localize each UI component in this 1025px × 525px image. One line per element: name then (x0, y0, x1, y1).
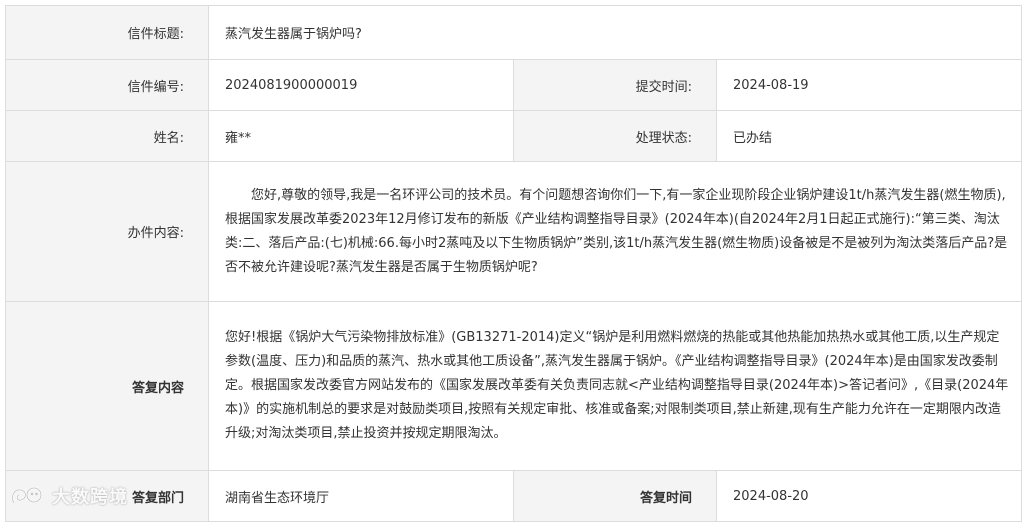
reply-time-value: 2024-08-20 (715, 470, 1023, 522)
submit-time-value: 2024-08-19 (715, 59, 1023, 111)
dept-value: 湖南省生态环境厅 (208, 470, 514, 522)
reply-row: 答复内容 您好!根据《锅炉大气污染物排放标准》(GB13271-2014)定义“… (5, 301, 1023, 471)
number-row: 信件编号: 2024081900000019 提交时间: 2024-08-19 (5, 59, 1023, 111)
content-cell: 您好,尊敬的领导,我是一名环评公司的技术员。有个问题想咨询你们一下,有一家企业现… (207, 161, 1023, 302)
watermark: 大数跨境 (8, 481, 128, 511)
name-row: 姓名: 雍** 处理状态: 已办结 (5, 110, 1023, 162)
title-value: 蒸汽发生器属于锅炉吗? (207, 5, 1023, 60)
status-label: 处理状态: (513, 110, 717, 162)
submit-time-label: 提交时间: (513, 59, 717, 111)
title-row: 信件标题: 蒸汽发生器属于锅炉吗? (5, 5, 1023, 60)
number-label: 信件编号: (5, 59, 209, 111)
name-value: 雍** (208, 110, 514, 162)
number-value: 2024081900000019 (208, 59, 514, 111)
reply-label: 答复内容 (5, 301, 209, 471)
reply-text: 您好!根据《锅炉大气污染物排放标准》(GB13271-2014)定义“锅炉是利用… (225, 330, 1009, 441)
reply-time-label: 答复时间 (513, 470, 717, 522)
logo-swirl-icon (11, 486, 43, 505)
content-text: 您好,尊敬的领导,我是一名环评公司的技术员。有个问题想咨询你们一下,有一家企业现… (225, 187, 1008, 275)
name-label: 姓名: (5, 110, 209, 162)
content-row: 办件内容: 您好,尊敬的领导,我是一名环评公司的技术员。有个问题想咨询你们一下,… (5, 161, 1023, 302)
title-label: 信件标题: (5, 5, 209, 60)
watermark-text: 大数跨境 (52, 487, 128, 508)
dept-row: 答复部门 湖南省生态环境厅 答复时间 2024-08-20 (5, 470, 1023, 522)
letter-detail-table: 信件标题: 蒸汽发生器属于锅炉吗? 信件编号: 2024081900000019… (5, 5, 1023, 522)
content-label: 办件内容: (5, 161, 209, 302)
reply-cell: 您好!根据《锅炉大气污染物排放标准》(GB13271-2014)定义“锅炉是利用… (207, 301, 1023, 471)
status-value: 已办结 (715, 110, 1023, 162)
